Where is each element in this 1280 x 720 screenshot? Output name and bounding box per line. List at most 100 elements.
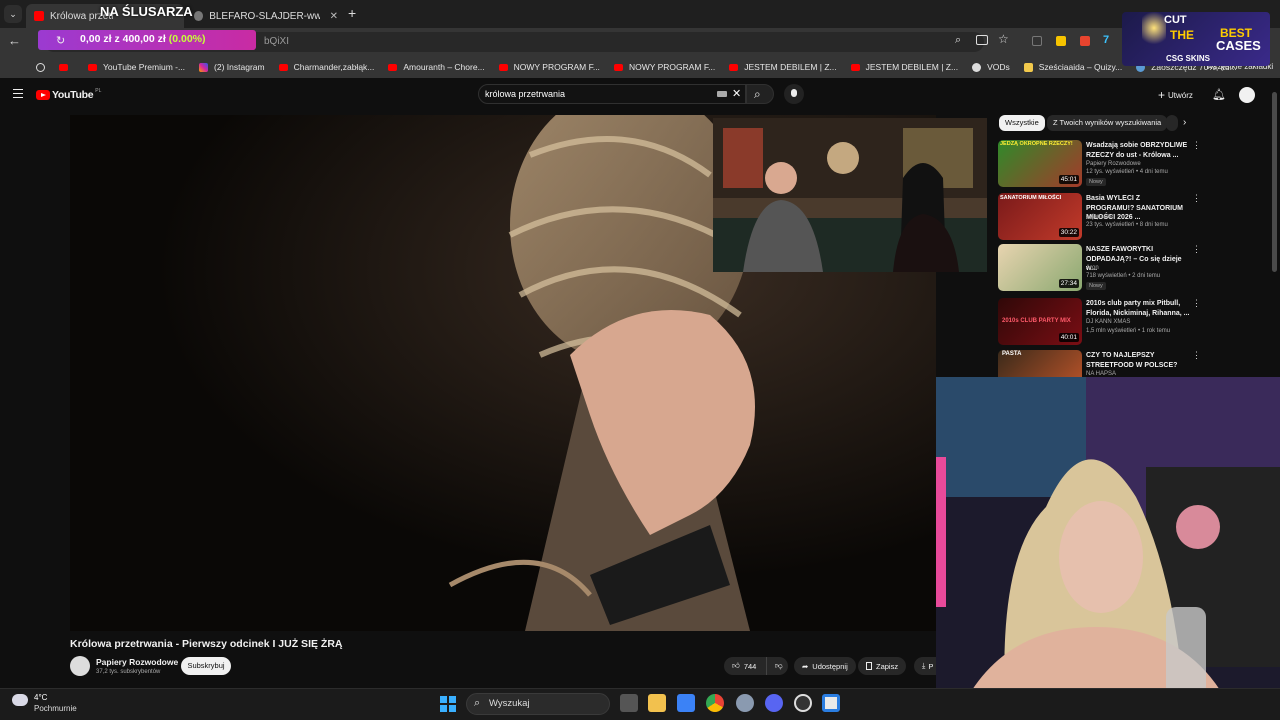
chip-more[interactable] [1166,115,1178,131]
bookmark-label: JESTEM DEBILEM | Z... [744,62,837,72]
search-button[interactable]: ⌕ [746,84,774,104]
tab-list-dropdown-icon[interactable]: ⌄ [4,5,22,23]
obs-icon[interactable] [794,694,812,712]
related-channel: Papiery Rozwodowe [1086,161,1141,167]
apps-grid-icon[interactable] [8,61,20,73]
bookmark-globe-icon[interactable] [36,62,45,72]
plus-icon: + [1158,88,1166,102]
chrome-icon[interactable] [706,694,724,712]
extension-icon-4[interactable]: 7 [1103,34,1109,46]
task-view-icon[interactable] [620,694,638,712]
more-options-icon[interactable]: ⋮ [1192,244,1201,255]
donation-goal-percent: (0.00%) [168,33,206,45]
share-label: Udostępnij [812,661,848,671]
chip-all[interactable]: Wszystkie [999,115,1045,131]
youtube-icon [278,63,288,71]
bookmark-item[interactable]: NOWY PROGRAM F... [498,62,600,72]
youtube-icon [498,63,508,71]
hamburger-menu-icon[interactable] [13,89,23,98]
share-button[interactable]: ➦ Udostępnij [794,657,856,675]
active-app-icon[interactable] [822,694,840,712]
sponsor-ad-cases: CASES [1216,38,1261,53]
subscribe-button[interactable]: Subskrybuj [181,657,231,675]
related-video[interactable]: JEDZĄ OKROPNE RZECZY! 45:01 Wsadzają sob… [998,140,1208,190]
channel-name[interactable]: Papiery Rozwodowe [96,657,178,667]
taskbar-search-box[interactable]: ⌕ Wyszukaj [466,693,610,715]
chips-next-icon[interactable]: › [1183,117,1186,128]
new-tab-button[interactable]: + [348,5,356,21]
extension-icon-3[interactable] [1080,36,1090,46]
weather-cloud-icon[interactable] [12,694,28,706]
bookmark-item[interactable]: NOWY PROGRAM F... [613,62,715,72]
more-options-icon[interactable]: ⋮ [1192,193,1201,204]
bookmark-item[interactable]: Amouranth – Chore... [388,62,485,72]
bookmark-item[interactable]: JESTEM DEBILEM | Z... [850,62,959,72]
save-button[interactable]: Zapisz [858,657,907,675]
related-thumbnail: 2010s CLUB PARTY MIX 40:01 [998,298,1082,345]
settings-gear-icon[interactable] [736,694,754,712]
related-title: NASZE FAWORYTKI ODPADAJĄ?! – Co się dzie… [1086,246,1182,272]
podcast-scene [713,118,987,272]
close-tab-icon[interactable]: ✕ [330,11,338,22]
related-meta: 23 tys. wyświetleń • 8 dni temu [1086,222,1168,228]
chip-from-search[interactable]: Z Twoich wyników wyszukiwania [1047,115,1168,131]
install-app-icon[interactable] [976,35,988,45]
video-duration: 30:22 [1058,228,1079,237]
keyboard-icon[interactable] [717,91,727,97]
bookmark-item[interactable]: VODs [972,62,1010,72]
related-video[interactable]: SANATORIUM MIŁOŚCI 30:22 Basia WYLECI Z … [998,193,1208,243]
sponsor-ad-banner: CUT THE BEST CASES CSG SKINS [1122,12,1270,66]
file-explorer-icon[interactable] [648,694,666,712]
extension-icon-1[interactable] [1032,36,1042,46]
youtube-logo[interactable]: YouTube PL [36,88,101,101]
refresh-icon: ↻ [56,35,66,47]
extension-icon-2[interactable] [1056,36,1066,46]
page-scrollbar[interactable] [1272,92,1277,272]
youtube-icon [88,63,97,71]
download-button[interactable]: ⤓ P [914,657,936,675]
dislike-button[interactable]: 👎︎ [766,657,788,675]
account-avatar[interactable] [1239,87,1255,103]
more-options-icon[interactable]: ⋮ [1192,350,1201,361]
bookmark-label: JESTEM DEBILEM | Z... [865,62,959,72]
thumbnail-caption: 2010s CLUB PARTY MIX [1002,318,1071,324]
bookmark-item[interactable]: (2) Instagram [199,62,265,72]
bookmark-label: VODs [987,62,1010,72]
like-button[interactable]: 👍︎ 744 [724,657,766,675]
back-arrow-icon[interactable]: ← [8,33,21,48]
bookmark-item[interactable]: Sześciaaida – Quizy... [1023,62,1122,72]
create-label: Utwórz [1168,90,1193,100]
channel-avatar[interactable] [70,656,90,676]
youtube-icon [59,63,68,71]
streamer-scene [936,377,1280,720]
more-options-icon[interactable]: ⋮ [1192,140,1201,151]
create-button[interactable]: + Utwórz [1158,88,1193,102]
thumbnail-caption: JEDZĄ OKROPNE RZECZY! [1000,141,1073,147]
discord-icon[interactable] [765,694,783,712]
related-video[interactable]: 27:34 NASZE FAWORYTKI ODPADAJĄ?! – Co si… [998,244,1208,294]
zoom-icon[interactable]: ⌕ [955,34,961,47]
weather-description[interactable]: Pochmurnie [34,704,77,713]
related-video[interactable]: PASTA CZY TO NAJLEPSZY STREETFOOD W POLS… [998,350,1208,377]
youtube-wordmark: YouTube [52,89,94,101]
more-options-icon[interactable]: ⋮ [1192,298,1201,309]
youtube-play-icon [36,90,50,100]
bookmark-yt-empty[interactable] [59,63,74,71]
thumbs-down-icon: 👎︎ [775,661,783,670]
bookmark-item[interactable]: Charmander,zabłąk... [278,62,374,72]
notifications-bell-icon[interactable]: 🔔︎ [1212,88,1226,101]
voice-search-button[interactable] [784,84,804,104]
microsoft-store-icon[interactable] [677,694,695,712]
bookmark-star-icon[interactable]: ☆ [998,32,1009,46]
start-windows-icon[interactable] [440,696,456,712]
clear-search-icon[interactable]: ✕ [732,87,741,100]
bookmark-item[interactable]: JESTEM DEBILEM | Z... [729,62,837,72]
related-video[interactable]: 2010s CLUB PARTY MIX 40:01 2010s club pa… [998,298,1208,348]
weather-temperature[interactable]: 4°C [34,693,47,702]
related-thumbnail: SANATORIUM MIŁOŚCI 30:22 [998,193,1082,240]
tab-blefaro[interactable]: BLEFARO-SLAJDER-www-c025 ✕ [186,4,346,28]
youtube-icon [729,63,739,71]
search-input[interactable]: królowa przetrwania [478,84,746,104]
bookmark-item[interactable]: YouTube Premium -... [88,62,185,72]
related-thumbnail: 27:34 [998,244,1082,291]
